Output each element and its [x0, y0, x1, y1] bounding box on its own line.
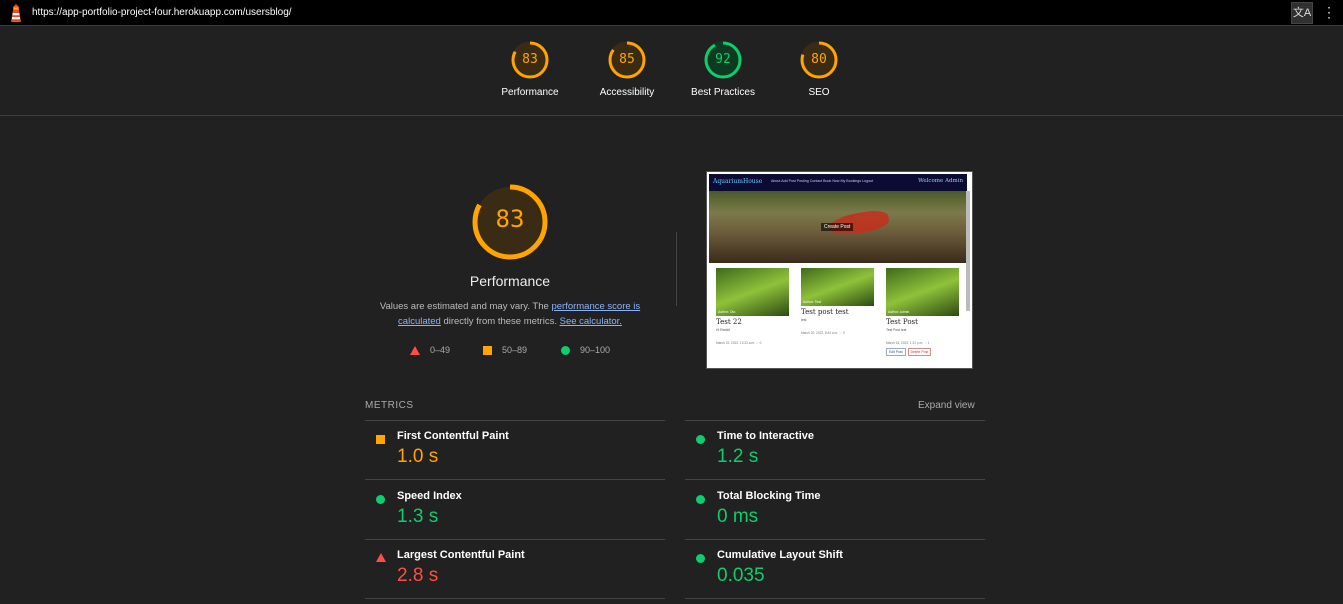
legend-label: 0–49	[430, 345, 451, 355]
gauge-label: SEO	[808, 87, 830, 98]
card-author: Author: Admin	[888, 310, 910, 314]
scrollbar	[966, 191, 970, 311]
card-date: March 20, 2022, 8:42 a.m. ♡ 0	[801, 331, 845, 335]
divider	[365, 539, 665, 540]
circle-icon	[376, 495, 385, 504]
card-author: Author: Oto	[718, 310, 736, 314]
gauge-performance[interactable]: 83 Performance	[490, 40, 570, 98]
performance-title: Performance	[469, 273, 551, 289]
site-navbar: AquariumHouse About Add Post Posting Con…	[709, 174, 967, 191]
circle-icon	[696, 495, 705, 504]
metric-name: Largest Contentful Paint	[397, 549, 525, 561]
divider	[685, 420, 985, 421]
divider	[685, 479, 985, 480]
metric-name: First Contentful Paint	[397, 430, 509, 442]
gauge-score: 92	[715, 52, 731, 67]
card-author: Author: Test	[803, 300, 822, 304]
gauge-accessibility[interactable]: 85 Accessibility	[587, 40, 667, 98]
metric-value: 0.035	[717, 565, 765, 586]
blog-card: Author: Oto Test 22 Hi Reddit March 22, …	[716, 268, 789, 345]
edit-post-button: Edit Post	[886, 348, 906, 356]
card-date: March 22, 2022, 12:23 a.m. ♡ 0	[716, 341, 762, 345]
gauge-seo[interactable]: 80 SEO	[779, 40, 859, 98]
card-image: Author: Admin	[886, 268, 959, 316]
card-date: March 16, 2022, 1:21 p.m. ♡ 1	[886, 341, 930, 345]
gauge-label: Performance	[501, 87, 559, 98]
see-calculator-link[interactable]: See calculator.	[560, 316, 622, 327]
gauge-label: Best Practices	[691, 87, 755, 98]
card-title: Test 22	[716, 318, 742, 326]
square-icon	[376, 435, 385, 444]
triangle-icon	[376, 553, 386, 562]
gauge-label: Accessibility	[599, 87, 655, 98]
performance-score: 83	[495, 205, 525, 233]
metric-value: 0 ms	[717, 506, 759, 527]
metric-name: Total Blocking Time	[717, 490, 821, 502]
delete-post-button: Delete Post	[907, 348, 932, 356]
card-subtitle: Hi Reddit	[716, 328, 730, 332]
expand-view-toggle[interactable]: Expand view	[918, 400, 975, 411]
gauge-score: 80	[811, 52, 827, 67]
card-image: Author: Oto	[716, 268, 789, 316]
metric-value: 1.0 s	[397, 446, 439, 467]
divider	[365, 479, 665, 480]
metrics-header: METRICS	[365, 400, 414, 411]
more-vert-icon[interactable]: ⋮	[1318, 2, 1340, 24]
site-welcome: Welcome Admin	[918, 178, 963, 184]
card-actions: Edit Post Delete Post	[886, 348, 959, 356]
metric-name: Time to Interactive	[717, 430, 814, 442]
square-icon	[483, 346, 492, 356]
divider	[685, 539, 985, 540]
card-image: Author: Test	[801, 268, 874, 306]
desc-text: Values are estimated and may vary. The	[379, 301, 552, 312]
site-nav-links: About Add Post Posting Contact Book Now …	[771, 179, 874, 183]
blog-card: Author: Admin Test Post Test Post test M…	[886, 268, 959, 356]
metric-name: Cumulative Layout Shift	[717, 549, 843, 561]
scores-header: 83 Performance 85 Accessibility 92 Best …	[0, 26, 1343, 116]
blog-card: Author: Test Test post test test March 2…	[801, 268, 874, 335]
divider	[676, 232, 677, 306]
performance-description: Values are estimated and may vary. The p…	[365, 299, 655, 329]
performance-gauge: 83	[470, 182, 550, 262]
divider	[365, 420, 665, 421]
legend-fail: 0–49	[410, 345, 451, 356]
divider	[685, 598, 985, 599]
desc-text: directly from these metrics.	[440, 316, 560, 327]
translate-icon[interactable]: 文A	[1291, 2, 1313, 24]
gauge-score: 83	[522, 52, 538, 67]
metric-value: 1.3 s	[397, 506, 439, 527]
metric-name: Speed Index	[397, 490, 462, 502]
legend-label: 90–100	[580, 345, 611, 355]
circle-icon	[696, 435, 705, 444]
circle-icon	[696, 554, 705, 563]
metric-value: 1.2 s	[717, 446, 759, 467]
card-subtitle: Test Post test	[886, 328, 907, 332]
triangle-icon	[410, 346, 420, 356]
page-url[interactable]: https://app-portfolio-project-four.herok…	[32, 7, 292, 18]
metric-value: 2.8 s	[397, 565, 439, 586]
lighthouse-logo-icon	[11, 4, 21, 22]
circle-icon	[561, 346, 570, 356]
legend-pass: 90–100	[561, 345, 611, 356]
legend-average: 50–89	[483, 345, 528, 356]
hero-image: Create Post	[709, 191, 967, 263]
card-title: Test Post	[886, 318, 918, 326]
create-post-button: Create Post	[821, 223, 854, 231]
divider	[365, 598, 665, 599]
gauge-score: 85	[619, 52, 635, 67]
final-screenshot[interactable]: AquariumHouse About Add Post Posting Con…	[706, 171, 973, 369]
card-subtitle: test	[801, 318, 807, 322]
address-bar: https://app-portfolio-project-four.herok…	[0, 0, 1343, 26]
gauge-best-practices[interactable]: 92 Best Practices	[683, 40, 763, 98]
legend-label: 50–89	[502, 345, 528, 355]
site-brand: AquariumHouse	[713, 178, 763, 185]
card-title: Test post test	[801, 308, 849, 316]
